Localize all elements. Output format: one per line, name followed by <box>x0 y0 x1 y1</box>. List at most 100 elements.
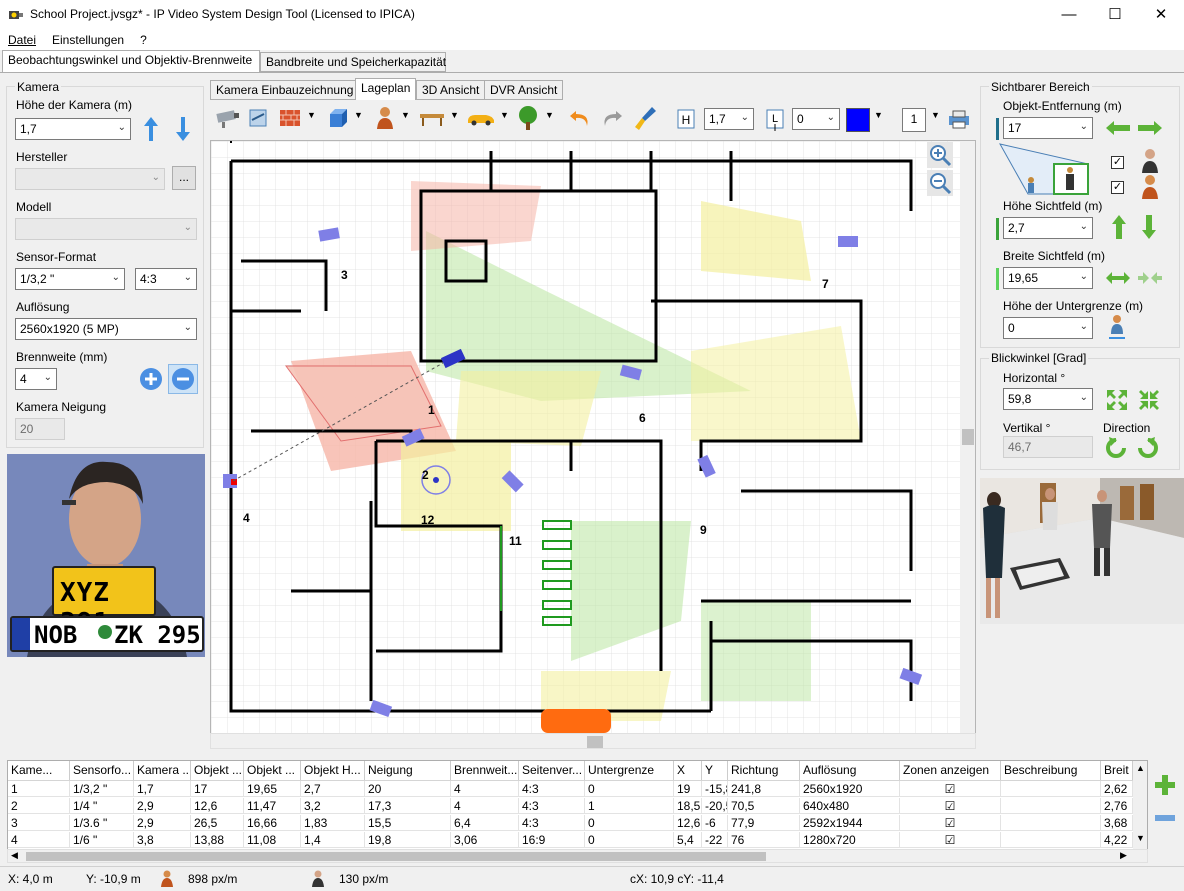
table-cell[interactable]: 0 <box>585 815 674 831</box>
car-tool-icon[interactable] <box>466 110 496 126</box>
table-cell[interactable]: 1 <box>585 798 674 814</box>
table-cell[interactable]: 13,88 <box>191 832 244 848</box>
table-cell[interactable]: 19,8 <box>365 832 451 848</box>
aspect-ratio-combo[interactable]: 4:3 ⌄ <box>135 268 197 290</box>
tab-dvr-view[interactable]: DVR Ansicht <box>484 80 564 100</box>
table-cell[interactable]: 2592x1944 <box>800 815 900 831</box>
table-cell[interactable]: -15,8 <box>702 781 728 797</box>
horizontal-scroll-thumb[interactable] <box>587 736 603 748</box>
zones-checkbox[interactable]: ☑ <box>900 815 1001 831</box>
column-header[interactable]: Neigung <box>365 761 451 780</box>
table-cell[interactable]: 16,66 <box>244 815 301 831</box>
maximize-button[interactable]: ☐ <box>1092 0 1138 30</box>
table-cell[interactable]: 19 <box>674 781 702 797</box>
table-cell[interactable]: 1/6 " <box>70 832 134 848</box>
column-header[interactable]: X <box>674 761 702 780</box>
table-cell[interactable]: 2,9 <box>134 798 191 814</box>
table-cell[interactable]: 2,62 <box>1101 781 1133 797</box>
camera-height-combo[interactable]: 1,7 ⌄ <box>15 118 131 140</box>
expand-angle-icon[interactable] <box>1105 388 1129 412</box>
table-cell[interactable]: 4 <box>451 781 519 797</box>
menu-help[interactable]: ? <box>132 30 155 47</box>
table-cell[interactable]: 17 <box>191 781 244 797</box>
table-cell[interactable]: 77,9 <box>728 815 800 831</box>
table-cell[interactable]: 0 <box>585 832 674 848</box>
table-cell[interactable]: 1,4 <box>301 832 365 848</box>
table-cell[interactable] <box>1001 781 1101 797</box>
vertical-scrollbar[interactable] <box>960 141 975 733</box>
show-person-checkbox[interactable]: ✓ <box>1111 156 1124 169</box>
manufacturer-combo[interactable]: ⌄ <box>15 168 165 190</box>
arrow-left-icon[interactable] <box>1105 120 1131 136</box>
table-cell[interactable]: 6,4 <box>451 815 519 831</box>
table-cell[interactable]: 4:3 <box>519 815 585 831</box>
column-header[interactable]: Breit <box>1101 761 1133 780</box>
table-cell[interactable]: -22 <box>702 832 728 848</box>
site-plan-canvas[interactable]: 3 7 1 6 2 4 12 9 11 <box>210 140 976 734</box>
table-cell[interactable]: 2,9 <box>134 815 191 831</box>
zones-checkbox[interactable]: ☑ <box>900 798 1001 814</box>
table-cell[interactable]: 11,47 <box>244 798 301 814</box>
menu-settings[interactable]: Einstellungen <box>44 30 132 47</box>
table-cell[interactable]: 17,3 <box>365 798 451 814</box>
table-cell[interactable]: 1/3.6 " <box>70 815 134 831</box>
color-dropdown-icon[interactable]: ▼ <box>874 110 883 120</box>
column-header[interactable]: Brennweit... <box>451 761 519 780</box>
table-cell[interactable]: 2560x1920 <box>800 781 900 797</box>
table-cell[interactable]: 3,2 <box>301 798 365 814</box>
minimize-button[interactable]: — <box>1046 0 1092 30</box>
table-cell[interactable]: 241,8 <box>728 781 800 797</box>
shrink-width-icon[interactable] <box>1137 270 1163 286</box>
table-cell[interactable]: 1/4 " <box>70 798 134 814</box>
vertical-angle-field[interactable]: 46,7 <box>1003 436 1093 458</box>
table-cell[interactable] <box>1001 798 1101 814</box>
table-cell[interactable]: 640x480 <box>800 798 900 814</box>
tab-site-plan[interactable]: Lageplan <box>355 78 417 101</box>
horizontal-angle-combo[interactable]: 59,8 ⌄ <box>1003 388 1093 410</box>
table-row[interactable]: 11/3,2 "1,71719,652,72044:3019-15,8241,8… <box>8 781 1133 798</box>
toolbar-length-combo[interactable]: 0 ⌄ <box>792 108 840 130</box>
arrow-right-icon[interactable] <box>1137 120 1163 136</box>
table-cell[interactable]: -6 <box>702 815 728 831</box>
tab-viewing-angle[interactable]: Beobachtungswinkel und Objektiv-Brennwei… <box>2 50 260 73</box>
table-cell[interactable]: 3 <box>8 815 70 831</box>
rotate-left-icon[interactable] <box>1105 437 1127 459</box>
person-tool-icon[interactable] <box>374 105 396 131</box>
menu-file[interactable]: Datei <box>0 30 44 47</box>
resolution-combo[interactable]: 2560x1920 (5 MP) ⌄ <box>15 318 197 340</box>
table-row[interactable]: 4 1/6 " 3,8 13,88 11,08 1,4 19,8 3,06 16:9 0 5,4 -2… <box>8 832 1133 849</box>
scroll-left-icon[interactable]: ◀ <box>11 850 18 861</box>
table-vertical-scrollbar[interactable]: ▲ ▼ <box>1133 761 1147 849</box>
table-cell[interactable]: 12,6 <box>674 815 702 831</box>
wall-tool-icon[interactable] <box>278 106 302 130</box>
table-cell[interactable] <box>1001 815 1101 831</box>
map-zoom-out-icon[interactable] <box>927 170 953 196</box>
table-cell[interactable]: 4:3 <box>519 798 585 814</box>
table-cell[interactable]: 19,65 <box>244 781 301 797</box>
rotate-right-icon[interactable] <box>1137 437 1159 459</box>
table-scroll-thumb[interactable] <box>26 852 766 861</box>
camera-tilt-field[interactable]: 20 <box>15 418 65 440</box>
scroll-down-icon[interactable]: ▼ <box>1136 833 1145 843</box>
table-cell[interactable]: 3,8 <box>134 832 191 848</box>
zoom-in-icon[interactable] <box>139 367 163 391</box>
horizontal-scrollbar[interactable] <box>210 733 976 749</box>
close-button[interactable]: ✕ <box>1138 0 1184 30</box>
table-cell[interactable]: 18,5 <box>674 798 702 814</box>
table-cell[interactable]: 3,06 <box>451 832 519 848</box>
layer-button[interactable]: 1 <box>902 108 926 132</box>
table-row[interactable]: 21/4 "2,912,611,473,217,344:3118,5-20,57… <box>8 798 1133 815</box>
camera-table[interactable]: Kame... Sensorfo... Kamera ... Objekt ..… <box>7 760 1148 850</box>
column-header[interactable]: Y <box>702 761 728 780</box>
tree-tool-icon[interactable] <box>515 105 541 131</box>
drawing-tool-icon[interactable] <box>246 106 270 130</box>
column-header[interactable]: Auflösung <box>800 761 900 780</box>
redo-icon[interactable] <box>600 107 624 129</box>
column-header[interactable]: Objekt ... <box>244 761 301 780</box>
color-picker[interactable] <box>846 108 870 132</box>
arrow-down-green-icon[interactable] <box>1141 214 1157 240</box>
table-row[interactable]: 3 1/3.6 " 2,9 26,5 16,66 1,83 15,5 6,4 4:3 0 12,6-… <box>8 815 1133 832</box>
table-cell[interactable]: 1,7 <box>134 781 191 797</box>
table-cell[interactable]: 26,5 <box>191 815 244 831</box>
table-cell[interactable]: 76 <box>728 832 800 848</box>
